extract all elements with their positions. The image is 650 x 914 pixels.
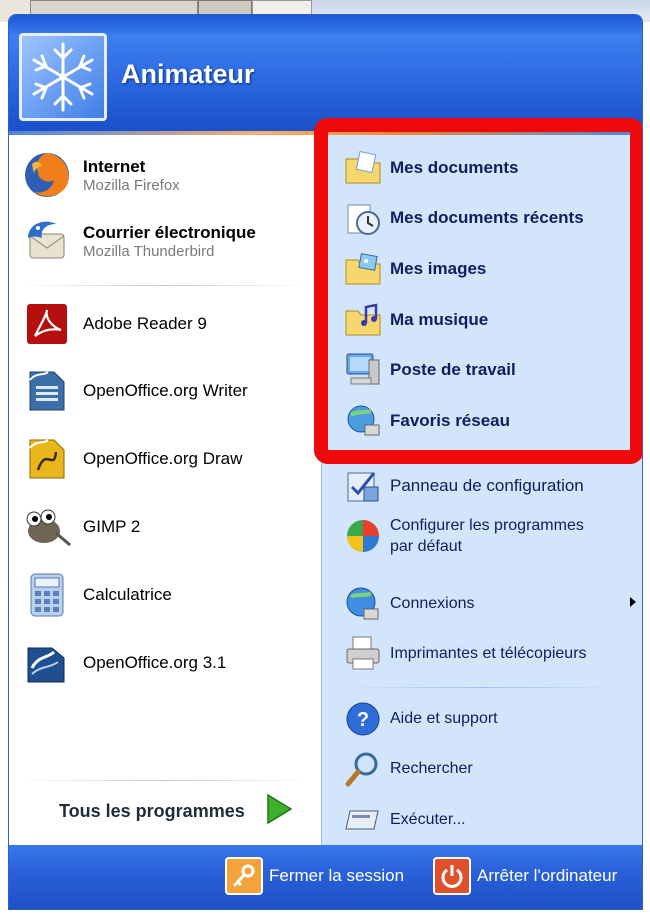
recent-program[interactable]: GIMP 2 <box>19 499 140 555</box>
power-icon <box>433 857 471 895</box>
pinned-email-title: Courrier électronique <box>83 222 256 242</box>
help-item[interactable]: ? Aide et support <box>342 698 498 740</box>
connections-item[interactable]: Connexions <box>342 583 638 625</box>
system-separator <box>342 687 622 688</box>
default-programs-item[interactable]: Configurer les programmes par défaut <box>342 515 584 557</box>
printers-label: Imprimantes et télécopieurs <box>390 645 587 662</box>
submenu-arrow-icon <box>628 595 638 613</box>
control-panel-icon <box>342 465 384 507</box>
computer-icon <box>342 349 384 391</box>
shutdown-button[interactable]: Arrêter l'ordinateur <box>433 857 617 895</box>
pinned-internet-subtitle: Mozilla Firefox <box>83 176 180 194</box>
default-programs-icon <box>342 515 384 557</box>
pinned-internet-title: Internet <box>83 156 146 176</box>
programs-column: Internet Mozilla Firefox Courrier électr… <box>9 135 321 845</box>
place-label: Mes images <box>390 259 487 278</box>
recent-program-label: Adobe Reader 9 <box>83 314 207 333</box>
folder-music-icon <box>342 299 384 341</box>
place-my-documents[interactable]: Mes documents <box>342 147 518 189</box>
pinned-email-subtitle: Mozilla Thunderbird <box>83 242 215 260</box>
folder-images-icon <box>342 248 384 290</box>
openoffice-writer-icon <box>19 363 75 419</box>
start-menu: Animateur Internet Mozilla Firefox Courr… <box>8 14 643 910</box>
all-programs-label: Tous les programmes <box>59 801 245 821</box>
svg-text:?: ? <box>357 709 369 731</box>
printer-icon <box>342 633 384 675</box>
connections-label: Connexions <box>390 595 475 612</box>
folder-documents-icon <box>342 147 384 189</box>
recent-program[interactable]: OpenOffice.org 3.1 <box>19 635 226 691</box>
calculator-icon <box>19 567 75 623</box>
start-menu-footer: Fermer la session Arrêter l'ordinateur <box>9 845 642 909</box>
place-network[interactable]: Favoris réseau <box>342 400 510 442</box>
network-icon <box>342 400 384 442</box>
user-avatar[interactable] <box>19 33 107 121</box>
control-panel-label: Panneau de configuration <box>390 476 584 495</box>
logoff-label: Fermer la session <box>269 866 405 885</box>
pinned-internet[interactable]: Internet Mozilla Firefox <box>19 147 180 203</box>
adobe-reader-icon <box>19 296 75 352</box>
recent-program-label: GIMP 2 <box>83 517 141 536</box>
search-icon <box>342 748 384 790</box>
firefox-icon <box>19 147 75 203</box>
run-icon <box>342 799 384 841</box>
recent-program[interactable]: Adobe Reader 9 <box>19 296 207 352</box>
search-label: Rechercher <box>390 760 473 777</box>
printers-item[interactable]: Imprimantes et télécopieurs <box>342 633 587 675</box>
openoffice-draw-icon <box>19 431 75 487</box>
place-my-computer[interactable]: Poste de travail <box>342 349 516 391</box>
gimp-icon <box>19 499 75 555</box>
recent-program[interactable]: OpenOffice.org Writer <box>19 363 248 419</box>
recent-program[interactable]: OpenOffice.org Draw <box>19 431 242 487</box>
default-programs-label-1: Configurer les programmes <box>390 517 584 534</box>
recent-program-label: OpenOffice.org 3.1 <box>83 653 227 672</box>
all-programs-separator <box>19 780 311 781</box>
search-item[interactable]: Rechercher <box>342 748 473 790</box>
run-label: Exécuter... <box>390 811 466 828</box>
openoffice-icon <box>19 635 75 691</box>
places-column: Mes documents Mes documents récents Mes … <box>321 135 642 845</box>
place-my-music[interactable]: Ma musique <box>342 299 488 341</box>
place-label: Favoris réseau <box>390 411 511 430</box>
place-my-images[interactable]: Mes images <box>342 248 486 290</box>
pinned-separator <box>19 285 311 286</box>
place-label: Ma musique <box>390 310 489 329</box>
recent-program-label: OpenOffice.org Writer <box>83 381 248 400</box>
recent-program-label: OpenOffice.org Draw <box>83 449 243 468</box>
key-icon <box>225 857 263 895</box>
recent-program-label: Calculatrice <box>83 585 172 604</box>
control-panel-item[interactable]: Panneau de configuration <box>342 465 584 507</box>
place-label: Poste de travail <box>390 360 516 379</box>
recent-documents-icon <box>342 197 384 239</box>
place-recent-documents[interactable]: Mes documents récents <box>342 197 584 239</box>
run-item[interactable]: Exécuter... <box>342 799 466 841</box>
logoff-button[interactable]: Fermer la session <box>225 857 404 895</box>
pinned-email[interactable]: Courrier électronique Mozilla Thunderbir… <box>19 213 256 269</box>
help-label: Aide et support <box>390 710 498 727</box>
help-icon: ? <box>342 698 384 740</box>
connections-icon <box>342 583 384 625</box>
start-menu-header: Animateur <box>9 15 642 133</box>
thunderbird-icon <box>19 213 75 269</box>
recent-program[interactable]: Calculatrice <box>19 567 172 623</box>
snowflake-icon <box>32 42 94 112</box>
user-name: Animateur <box>121 59 255 89</box>
shutdown-label: Arrêter l'ordinateur <box>477 866 618 885</box>
place-label: Mes documents <box>390 158 519 177</box>
default-programs-label-2: par défaut <box>390 538 463 555</box>
all-programs-button[interactable]: Tous les programmes <box>59 793 293 830</box>
place-label: Mes documents récents <box>390 208 584 227</box>
green-arrow-icon <box>265 793 293 830</box>
